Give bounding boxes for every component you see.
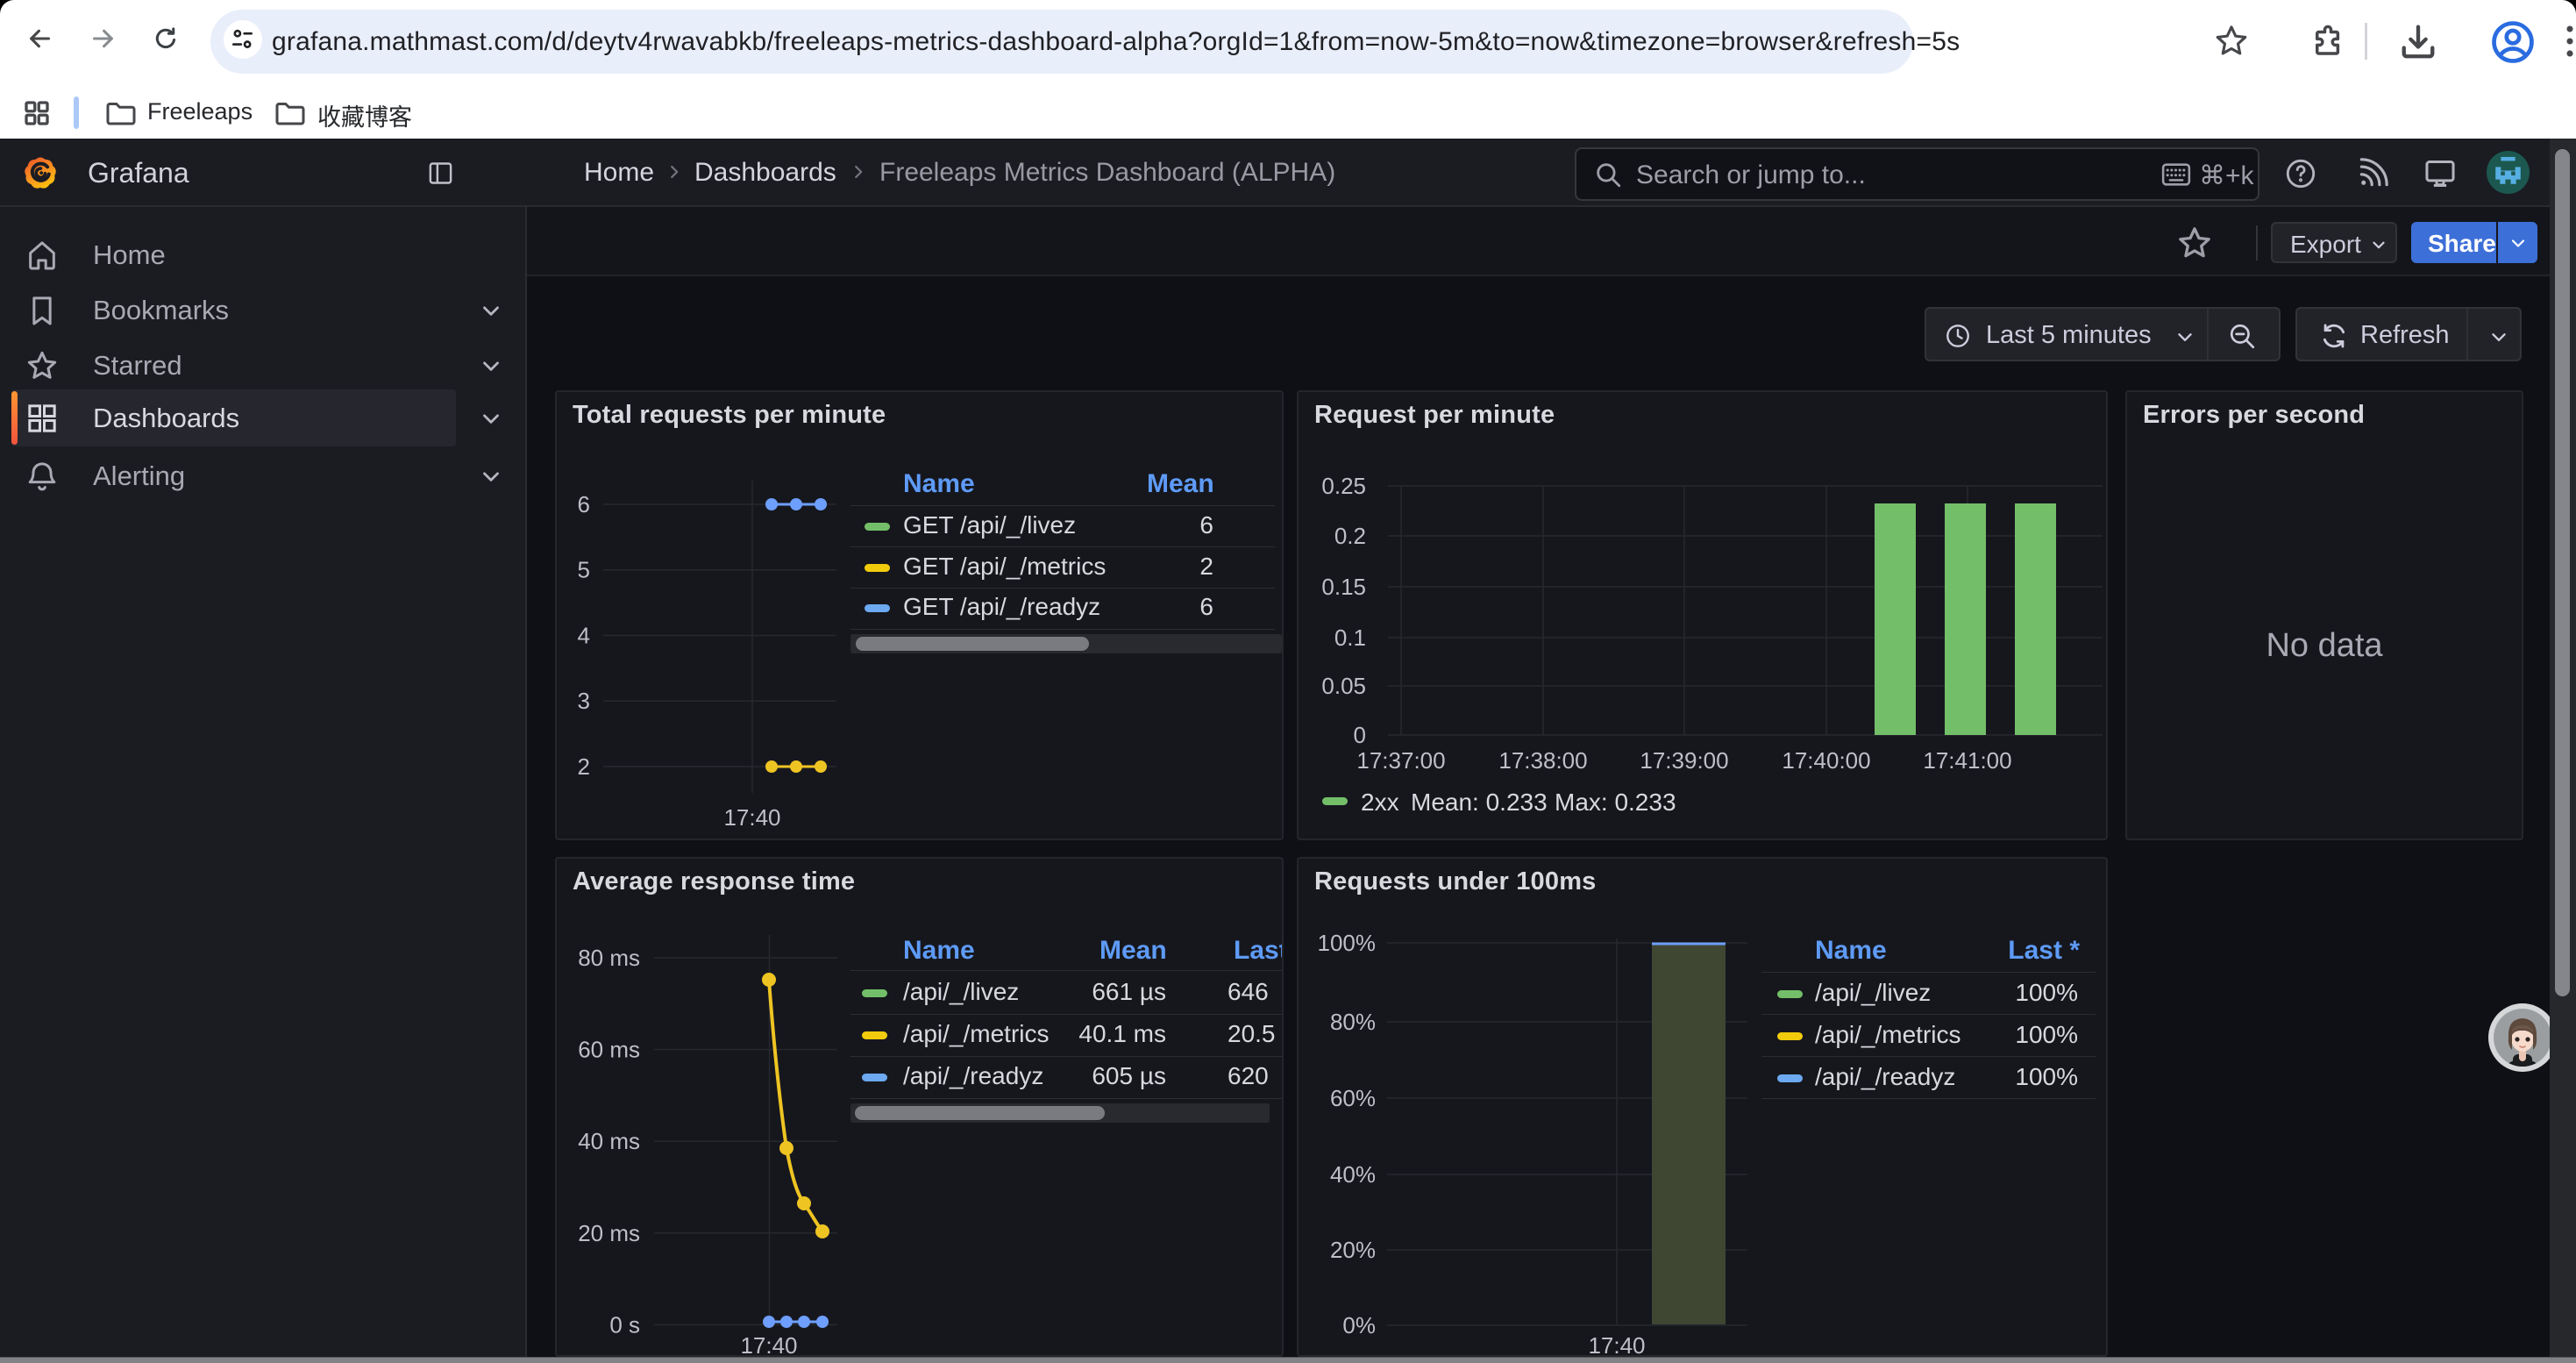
svg-text:60 ms: 60 ms	[578, 1037, 640, 1063]
svg-text:17:40: 17:40	[723, 804, 780, 831]
svg-text:0.25: 0.25	[1321, 473, 1366, 499]
svg-text:0.1: 0.1	[1334, 624, 1366, 651]
svg-text:0 s: 0 s	[609, 1311, 640, 1338]
svg-text:0: 0	[1354, 722, 1366, 748]
svg-text:0.2: 0.2	[1334, 523, 1366, 549]
svg-text:2: 2	[578, 753, 590, 780]
svg-text:40%: 40%	[1330, 1161, 1376, 1188]
svg-text:5: 5	[578, 557, 590, 583]
svg-text:3: 3	[578, 688, 590, 714]
svg-text:40 ms: 40 ms	[578, 1128, 640, 1154]
svg-text:0.15: 0.15	[1321, 574, 1366, 600]
svg-text:17:40:00: 17:40:00	[1782, 747, 1870, 774]
svg-text:Mean: 0.233: Mean: 0.233	[1411, 789, 1548, 816]
svg-text:100%: 100%	[1318, 930, 1377, 956]
svg-text:0%: 0%	[1342, 1312, 1376, 1338]
svg-text:Max: 0.233: Max: 0.233	[1555, 789, 1676, 816]
svg-text:17:37:00: 17:37:00	[1356, 747, 1445, 774]
svg-text:6: 6	[578, 491, 590, 517]
svg-text:17:41:00: 17:41:00	[1923, 747, 2011, 774]
svg-text:20 ms: 20 ms	[578, 1220, 640, 1246]
svg-text:0.05: 0.05	[1321, 673, 1366, 699]
svg-text:80%: 80%	[1330, 1009, 1376, 1035]
svg-text:17:40: 17:40	[1588, 1332, 1645, 1355]
svg-text:2xx: 2xx	[1361, 789, 1399, 816]
svg-text:80 ms: 80 ms	[578, 945, 640, 971]
svg-text:60%: 60%	[1330, 1085, 1376, 1111]
svg-text:17:38:00: 17:38:00	[1498, 747, 1587, 774]
svg-text:20%: 20%	[1330, 1237, 1376, 1263]
svg-text:17:39:00: 17:39:00	[1640, 747, 1728, 774]
svg-text:4: 4	[578, 623, 590, 649]
svg-text:17:40: 17:40	[740, 1332, 797, 1355]
